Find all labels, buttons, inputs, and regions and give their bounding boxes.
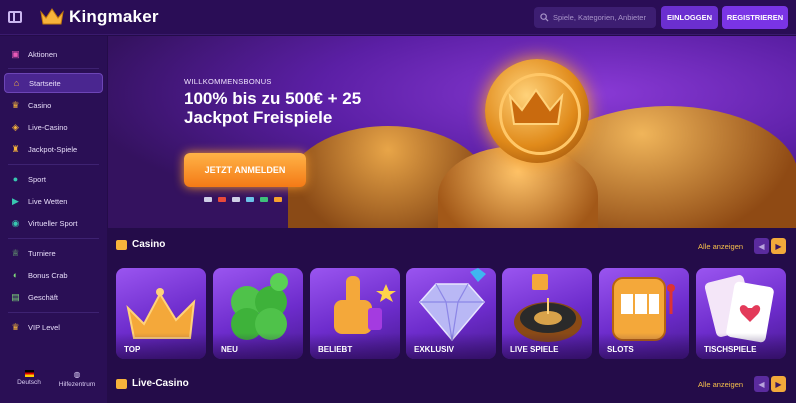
- sidebar-divider: [8, 238, 99, 239]
- sidebar-divider: [8, 68, 99, 69]
- category-card-popular[interactable]: BELIEBT: [310, 268, 400, 359]
- sidebar-item-casino[interactable]: ♛ Casino: [4, 95, 103, 115]
- search-icon: [540, 13, 549, 22]
- sidebar-item-startseite[interactable]: ⌂ Startseite: [4, 73, 103, 93]
- category-card-new[interactable]: NEU: [213, 268, 303, 359]
- live-bet-icon: ▶: [12, 195, 19, 206]
- section-title-live-casino: Live-Casino: [116, 378, 189, 389]
- card-label: EXKLUSIV: [414, 345, 455, 354]
- sidebar-item-label: VIP Level: [28, 322, 60, 332]
- top-bar: Kingmaker EINLOGGEN REGISTRIEREN: [0, 0, 796, 35]
- sidebar-divider: [8, 164, 99, 165]
- sidebar-item-sport[interactable]: ● Sport: [4, 169, 103, 189]
- live-casino-section-icon: [116, 378, 127, 389]
- see-all-live-casino-link[interactable]: Alle anzeigen: [698, 380, 743, 389]
- home-icon: ⌂: [13, 78, 20, 88]
- category-card-live-games[interactable]: LIVE SPIELE: [502, 268, 592, 359]
- hero-kicker: WILLKOMMENSBONUS: [184, 77, 272, 86]
- carousel-next-button[interactable]: ▶: [771, 238, 786, 254]
- carousel-prev-button[interactable]: ◀: [754, 238, 769, 254]
- language-label: Deutsch: [17, 379, 41, 386]
- section-title-casino: Casino: [116, 239, 165, 250]
- casino-icon: ♛: [11, 99, 20, 110]
- crab-icon: ◐: [12, 270, 19, 280]
- card-label: TOP: [124, 345, 141, 354]
- jackpot-icon: ♜: [11, 143, 20, 154]
- sidebar-item-live-casino[interactable]: ◈ Live-Casino: [4, 117, 103, 137]
- login-button[interactable]: EINLOGGEN: [661, 6, 718, 29]
- sidebar-item-geschaeft[interactable]: ▤ Geschäft: [4, 287, 103, 307]
- coin-crown-icon: [508, 88, 564, 125]
- sidebar-item-label: Startseite: [29, 78, 61, 88]
- sidebar-item-live-wetten[interactable]: ▶ Live Wetten: [4, 191, 103, 211]
- help-icon: ◍: [73, 370, 81, 379]
- logo[interactable]: Kingmaker: [40, 7, 159, 27]
- payment-icon: [204, 197, 212, 202]
- casino-carousel-arrows: ◀ ▶: [754, 238, 786, 254]
- sidebar-item-label: Bonus Crab: [28, 270, 68, 280]
- section-title-text: Live-Casino: [132, 378, 189, 389]
- sidebar-item-label: Aktionen: [28, 49, 58, 59]
- card-label: LIVE SPIELE: [510, 345, 559, 354]
- register-now-button[interactable]: JETZT ANMELDEN: [184, 153, 306, 187]
- card-label: NEU: [221, 345, 238, 354]
- sidebar-item-vip[interactable]: ♛ VIP Level: [4, 317, 103, 337]
- payment-icon: [274, 197, 282, 202]
- sidebar-item-label: Jackpot-Spiele: [28, 144, 78, 154]
- crown-icon: ♛: [11, 321, 20, 332]
- hero-headline: 100% bis zu 500€ + 25 Jackpot Freispiele: [184, 89, 362, 127]
- sidebar-item-turniere[interactable]: ♕ Turniere: [4, 243, 103, 263]
- shop-icon: ▤: [11, 291, 20, 302]
- sidebar-item-label: Sport: [28, 174, 46, 184]
- sidebar-item-aktionen[interactable]: ▣ Aktionen: [4, 44, 103, 64]
- help-label: Hilfezentrum: [58, 381, 96, 388]
- register-button[interactable]: REGISTRIEREN: [722, 6, 788, 29]
- sidebar-toggle-icon[interactable]: [8, 11, 22, 23]
- casino-section-icon: [116, 239, 127, 250]
- payment-icon: [260, 197, 268, 202]
- sidebar-item-label: Live Wetten: [28, 196, 68, 206]
- category-card-exclusive[interactable]: EXKLUSIV: [406, 268, 496, 359]
- carousel-next-button[interactable]: ▶: [771, 376, 786, 392]
- live-casino-carousel-arrows: ◀ ▶: [754, 376, 786, 392]
- crown-logo-icon: [40, 8, 64, 25]
- payment-icon: [218, 197, 226, 202]
- carousel-prev-button[interactable]: ◀: [754, 376, 769, 392]
- payment-icon: [232, 197, 240, 202]
- sidebar-item-label: Virtueller Sport: [28, 218, 78, 228]
- logo-text: Kingmaker: [69, 7, 159, 26]
- section-title-text: Casino: [132, 239, 166, 250]
- help-center-link[interactable]: ◍ Hilfezentrum: [52, 370, 102, 388]
- sport-ball-icon: ●: [12, 174, 19, 184]
- card-label: BELIEBT: [318, 345, 353, 354]
- sidebar-item-bonus-crab[interactable]: ◐ Bonus Crab: [4, 265, 103, 285]
- category-card-table-games[interactable]: TISCHSPIELE: [696, 268, 786, 359]
- category-card-top[interactable]: TOP: [116, 268, 206, 359]
- payment-icon: [246, 197, 254, 202]
- sidebar: ▣ Aktionen ⌂ Startseite ♛ Casino ◈ Live-…: [0, 36, 107, 403]
- search-box[interactable]: [534, 7, 656, 28]
- sidebar-item-virtueller-sport[interactable]: ◉ Virtueller Sport: [4, 213, 103, 233]
- card-label: SLOTS: [607, 345, 634, 354]
- language-selector[interactable]: Deutsch: [4, 370, 54, 386]
- sidebar-divider: [8, 312, 99, 313]
- category-card-slots[interactable]: SLOTS: [599, 268, 689, 359]
- card-label: TISCHSPIELE: [704, 345, 757, 354]
- sidebar-item-label: Casino: [28, 100, 52, 110]
- gift-icon: ▣: [11, 48, 20, 59]
- virtual-sport-icon: ◉: [11, 217, 20, 228]
- trophy-icon: ♕: [11, 247, 20, 258]
- german-flag-icon: [24, 370, 34, 377]
- see-all-casino-link[interactable]: Alle anzeigen: [698, 242, 743, 251]
- sidebar-item-label: Geschäft: [28, 292, 59, 302]
- sidebar-item-label: Live-Casino: [28, 122, 68, 132]
- sidebar-item-label: Turniere: [28, 248, 56, 258]
- search-input[interactable]: [553, 13, 653, 22]
- hero-banner: WILLKOMMENSBONUS 100% bis zu 500€ + 25 J…: [108, 36, 796, 228]
- live-casino-icon: ◈: [12, 121, 19, 132]
- sidebar-item-jackpot[interactable]: ♜ Jackpot-Spiele: [4, 139, 103, 159]
